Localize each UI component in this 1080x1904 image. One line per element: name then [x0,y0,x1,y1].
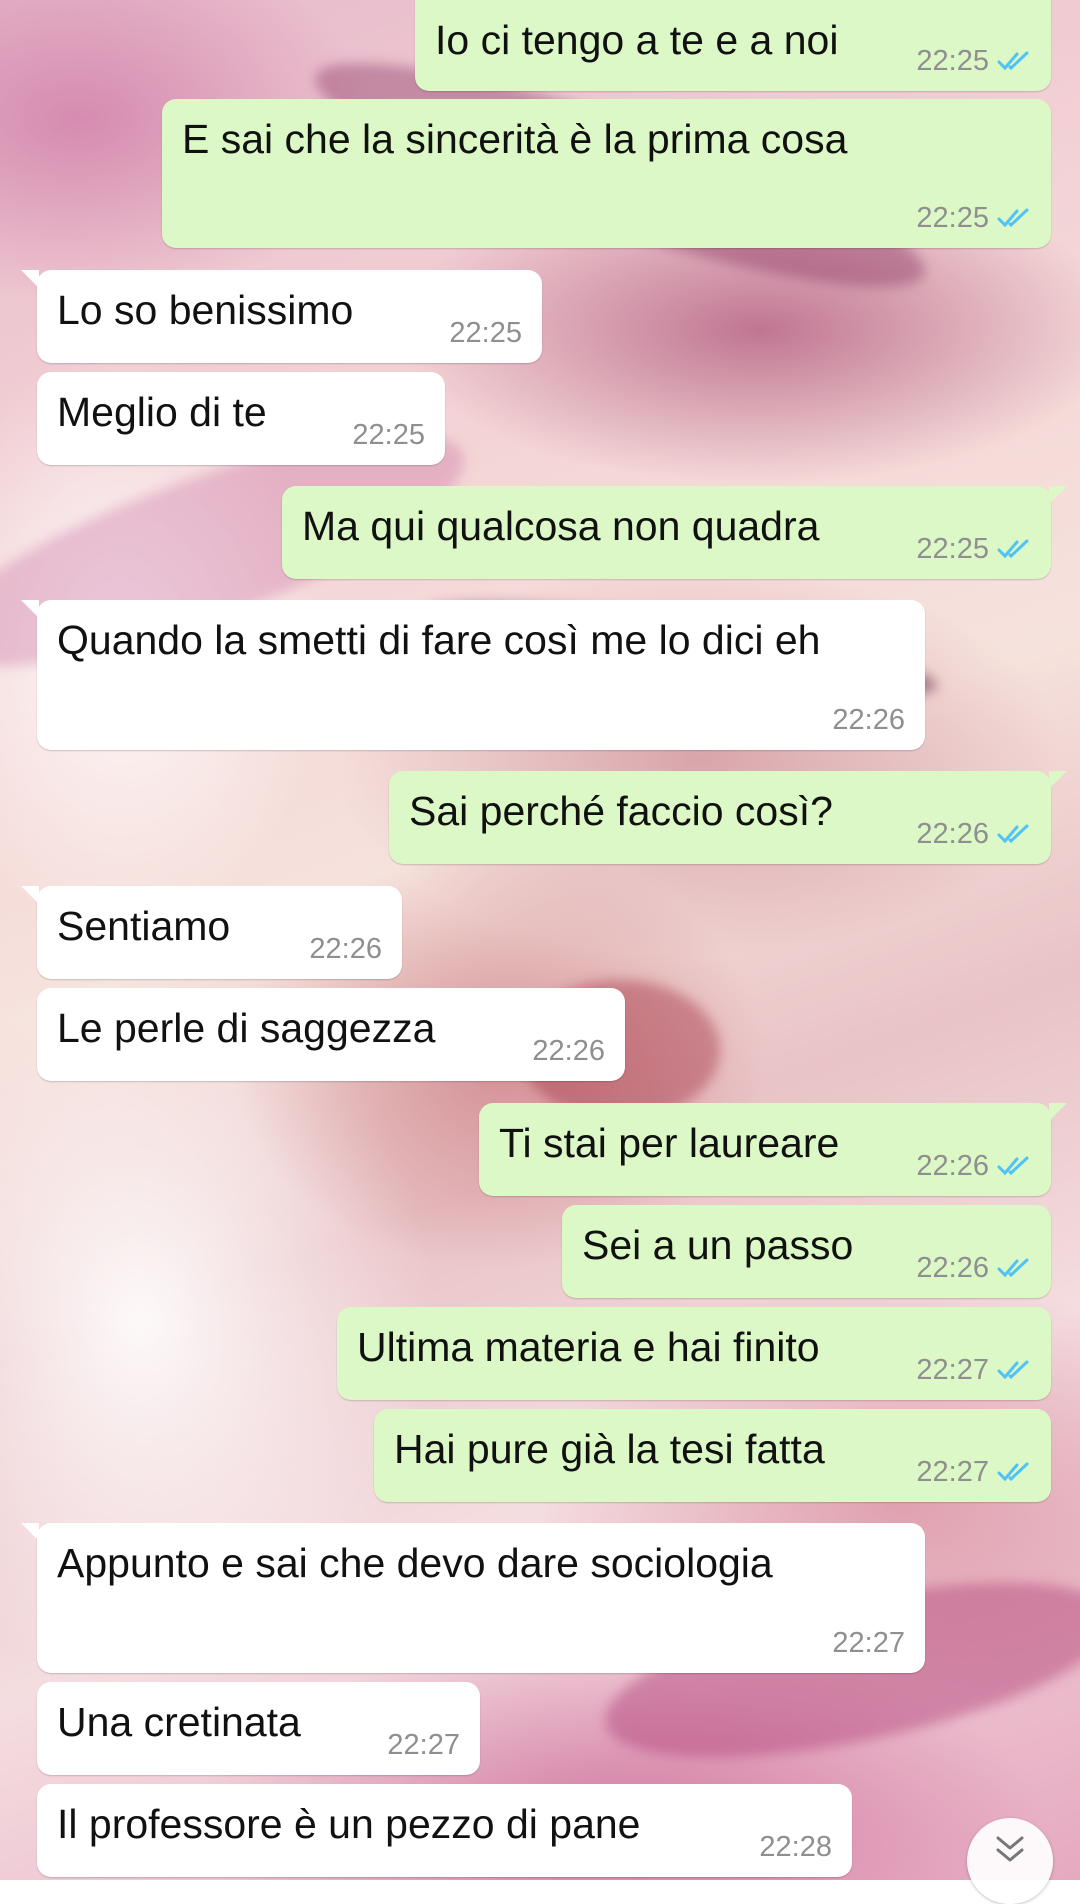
message-incoming[interactable]: Appunto e sai che devo dare sociologia 2… [21,1523,925,1673]
message-text: Una cretinata [57,1699,301,1745]
message-time: 22:26 [532,1035,605,1067]
message-time: 22:26 [916,1150,989,1182]
message-incoming[interactable]: Una cretinata 22:27 [37,1682,480,1775]
message-time: 22:27 [387,1729,460,1761]
double-check-icon [997,1257,1031,1279]
message-text: Ti stai per laureare [499,1120,840,1166]
message-text: Io ci tengo a te e a noi [435,17,839,63]
message-time: 22:27 [916,1354,989,1386]
message-outgoing[interactable]: Ultima materia e hai finito 22:27 [337,1307,1051,1400]
message-text: Sai perché faccio così? [409,788,833,834]
double-check-icon [997,538,1031,560]
double-check-icon [997,207,1031,229]
chevron-double-down-icon [996,1836,1024,1862]
message-time: 22:25 [916,202,989,234]
message-text: Quando la smetti di fare così me lo dici… [57,617,821,663]
message-time: 22:26 [916,818,989,850]
double-check-icon [997,1461,1031,1483]
message-outgoing[interactable]: Sei a un passo 22:26 [562,1205,1051,1298]
message-text: Il professore è un pezzo di pane [57,1801,641,1847]
message-incoming[interactable]: Sentiamo 22:26 [21,886,402,979]
message-incoming[interactable]: Le perle di saggezza 22:26 [37,988,625,1081]
message-text: Ultima materia e hai finito [357,1324,820,1370]
double-check-icon [997,1359,1031,1381]
message-time: 22:25 [449,317,522,349]
message-text: Lo so benissimo [57,287,354,333]
message-outgoing[interactable]: Ti stai per laureare 22:26 [479,1103,1067,1196]
message-incoming[interactable]: Lo so benissimo 22:25 [21,270,542,363]
message-text: Sei a un passo [582,1222,854,1268]
message-incoming[interactable]: Il professore è un pezzo di pane 22:28 [37,1784,852,1877]
double-check-icon [997,1155,1031,1177]
message-outgoing[interactable]: Ma qui qualcosa non quadra 22:25 [282,486,1067,579]
message-outgoing[interactable]: Hai pure già la tesi fatta 22:27 [374,1409,1051,1502]
message-text: Sentiamo [57,903,231,949]
message-time: 22:25 [352,419,425,451]
message-text: Meglio di te [57,389,267,435]
message-time: 22:26 [916,1252,989,1284]
message-outgoing[interactable]: Io ci tengo a te e a noi 22:25 [415,0,1051,91]
message-text: Le perle di saggezza [57,1005,436,1051]
message-incoming[interactable]: Meglio di te 22:25 [37,372,445,465]
message-time: 22:25 [916,45,989,77]
message-time: 22:27 [832,1627,905,1659]
message-incoming[interactable]: Quando la smetti di fare così me lo dici… [21,600,925,750]
message-time: 22:27 [916,1456,989,1488]
message-time: 22:28 [759,1831,832,1863]
double-check-icon [997,823,1031,845]
message-text: Ma qui qualcosa non quadra [302,503,820,549]
double-check-icon [997,50,1031,72]
message-time: 22:25 [916,533,989,565]
message-text: Appunto e sai che devo dare sociologia [57,1540,773,1586]
message-time: 22:26 [832,704,905,736]
message-outgoing[interactable]: Sai perché faccio così? 22:26 [389,771,1067,864]
message-time: 22:26 [309,933,382,965]
message-text: E sai che la sincerità è la prima cosa [182,116,848,162]
message-text: Hai pure già la tesi fatta [394,1426,825,1472]
scroll-to-bottom-button[interactable] [967,1818,1053,1904]
message-outgoing[interactable]: E sai che la sincerità è la prima cosa 2… [162,99,1051,248]
